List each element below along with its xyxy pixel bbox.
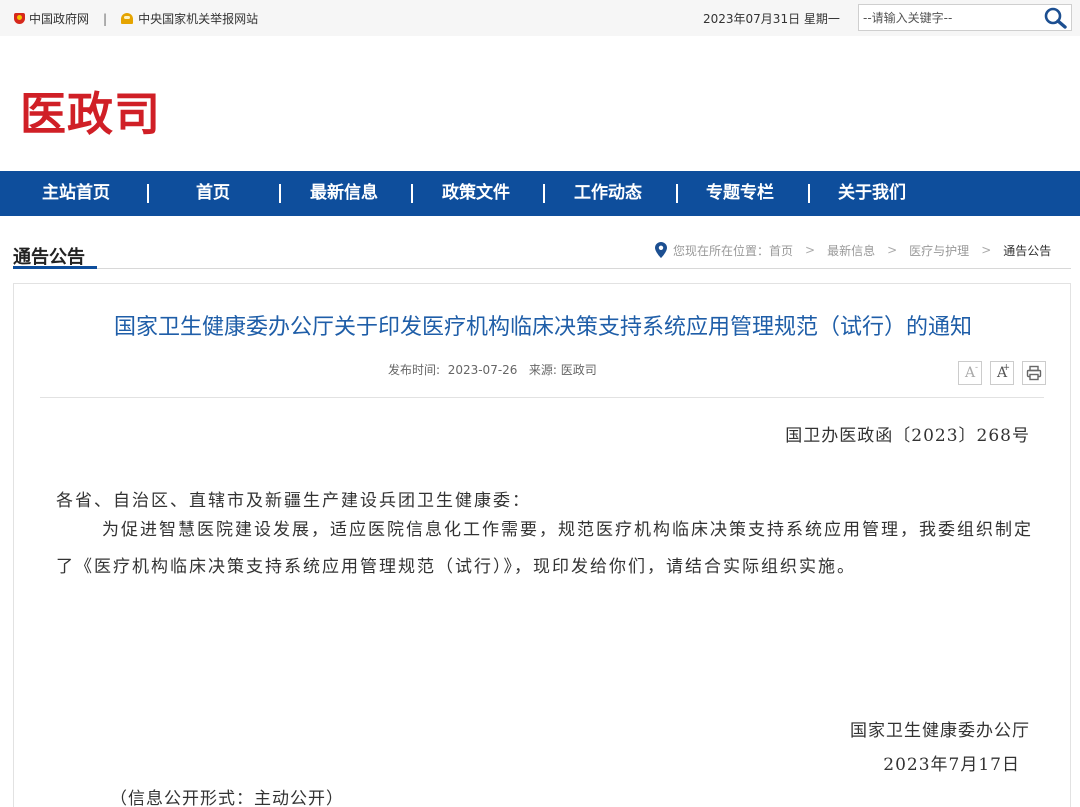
source-label: 来源: <box>528 363 557 377</box>
nav-item-home[interactable]: 首页 <box>196 171 230 216</box>
gov-site-link[interactable]: 中国政府网 <box>14 10 89 27</box>
print-icon <box>1026 365 1042 381</box>
section-underline <box>13 266 97 269</box>
issuing-office: 国家卫生健康委办公厅 <box>850 721 1030 741</box>
nav-item-main-site[interactable]: 主站首页 <box>42 171 110 216</box>
body-paragraph: 为促进智慧医院建设发展，适应医院信息化工作需要，规范医疗机构临床决策支持系统应用… <box>56 520 1033 577</box>
breadcrumb-prefix: 您现在所在位置： <box>673 243 770 258</box>
report-badge-icon <box>121 13 134 24</box>
breadcrumb-medical-nursing[interactable]: 医疗与护理 <box>909 242 969 259</box>
nav-divider <box>147 184 149 203</box>
site-logo[interactable]: 医政司 <box>20 78 161 144</box>
meta-divider <box>40 397 1044 398</box>
publish-label: 发布时间: <box>388 363 441 377</box>
location-pin-icon <box>655 242 667 258</box>
nav-divider <box>411 184 413 203</box>
nav-item-policy[interactable]: 政策文件 <box>442 171 510 216</box>
breadcrumb-separator: > <box>805 243 816 257</box>
print-button[interactable] <box>1022 361 1046 385</box>
section-divider <box>13 268 1071 269</box>
breadcrumb-current: 通告公告 <box>1003 243 1052 258</box>
search-box <box>858 4 1072 31</box>
article-panel: 国家卫生健康委办公厅关于印发医疗机构临床决策支持系统应用管理规范（试行）的通知 … <box>13 283 1071 807</box>
font-increase-button[interactable]: A + <box>990 361 1014 385</box>
breadcrumb-separator: > <box>981 243 992 257</box>
top-links: 中国政府网 | 中央国家机关举报网站 <box>14 10 258 27</box>
disclosure-note: （信息公开形式：主动公开） <box>110 789 344 807</box>
article-meta: 发布时间: 2023-07-26 来源: 医政司 <box>388 361 597 378</box>
nav-divider <box>676 184 678 203</box>
report-site-link[interactable]: 中央国家机关举报网站 <box>121 10 258 27</box>
report-site-label: 中央国家机关举报网站 <box>138 12 259 26</box>
national-emblem-icon <box>14 13 25 24</box>
font-decrease-button[interactable]: A- <box>958 361 982 385</box>
breadcrumb-separator: > <box>887 243 898 257</box>
search-icon <box>1044 7 1067 29</box>
document-number: 国卫办医政函〔2023〕268号 <box>785 426 1030 446</box>
nav-item-work[interactable]: 工作动态 <box>574 171 642 216</box>
minus-mark: - <box>974 363 978 373</box>
breadcrumb-latest[interactable]: 最新信息 <box>827 242 875 259</box>
source-value: 医政司 <box>560 363 597 377</box>
current-date: 2023年07月31日 星期一 <box>703 12 840 26</box>
search-button[interactable] <box>1043 7 1067 29</box>
top-separator: | <box>103 11 108 26</box>
article-title: 国家卫生健康委办公厅关于印发医疗机构临床决策支持系统应用管理规范（试行）的通知 <box>113 315 972 340</box>
nav-divider <box>808 184 810 203</box>
font-decrease-icon: A <box>964 365 976 381</box>
nav-divider <box>543 184 545 203</box>
publish-date: 2023-07-26 <box>447 363 518 377</box>
main-nav: 主站首页 首页 最新信息 政策文件 工作动态 专题专栏 关于我们 <box>0 171 1080 216</box>
addressee-line: 各省、自治区、直辖市及新疆生产建设兵团卫生健康委： <box>56 491 531 511</box>
plus-mark: + <box>1002 363 1010 373</box>
gov-site-label: 中国政府网 <box>29 12 90 26</box>
article-tools: A- A + <box>958 361 1054 385</box>
signing-date: 2023年7月17日 <box>883 755 1020 775</box>
nav-divider <box>279 184 281 203</box>
breadcrumb: 您现在所在位置： 首页 > 最新信息 > 医疗与护理 > 通告公告 <box>655 241 1051 259</box>
nav-item-latest[interactable]: 最新信息 <box>310 171 378 216</box>
top-bar: 中国政府网 | 中央国家机关举报网站 2023年07月31日 星期一 <box>0 0 1080 36</box>
nav-item-about[interactable]: 关于我们 <box>838 171 906 216</box>
nav-item-topics[interactable]: 专题专栏 <box>706 171 774 216</box>
search-input[interactable] <box>863 8 1039 27</box>
breadcrumb-home[interactable]: 首页 <box>769 242 793 259</box>
